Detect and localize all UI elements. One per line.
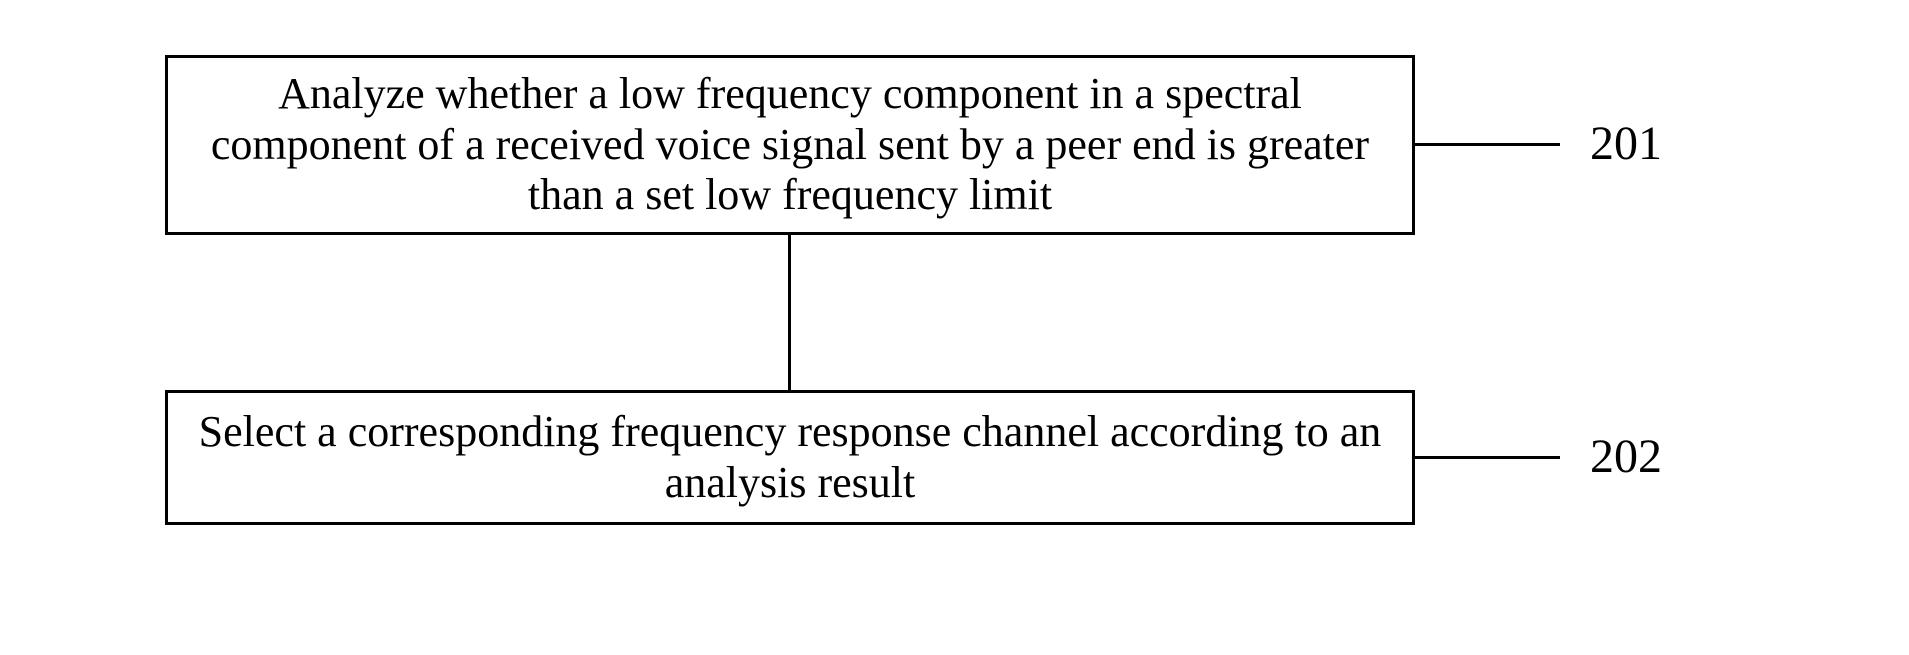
ref-line-202 xyxy=(1415,456,1560,459)
flowchart-canvas: Analyze whether a low frequency componen… xyxy=(0,0,1909,655)
ref-label-201: 201 xyxy=(1590,120,1662,168)
flow-step-1-text: Analyze whether a low frequency componen… xyxy=(188,69,1392,221)
flow-step-1: Analyze whether a low frequency componen… xyxy=(165,55,1415,235)
ref-line-201 xyxy=(1415,143,1560,146)
flow-step-2: Select a corresponding frequency respons… xyxy=(165,390,1415,525)
flow-connector-1-2 xyxy=(788,235,791,390)
ref-label-202: 202 xyxy=(1590,433,1662,481)
flow-step-2-text: Select a corresponding frequency respons… xyxy=(188,407,1392,508)
